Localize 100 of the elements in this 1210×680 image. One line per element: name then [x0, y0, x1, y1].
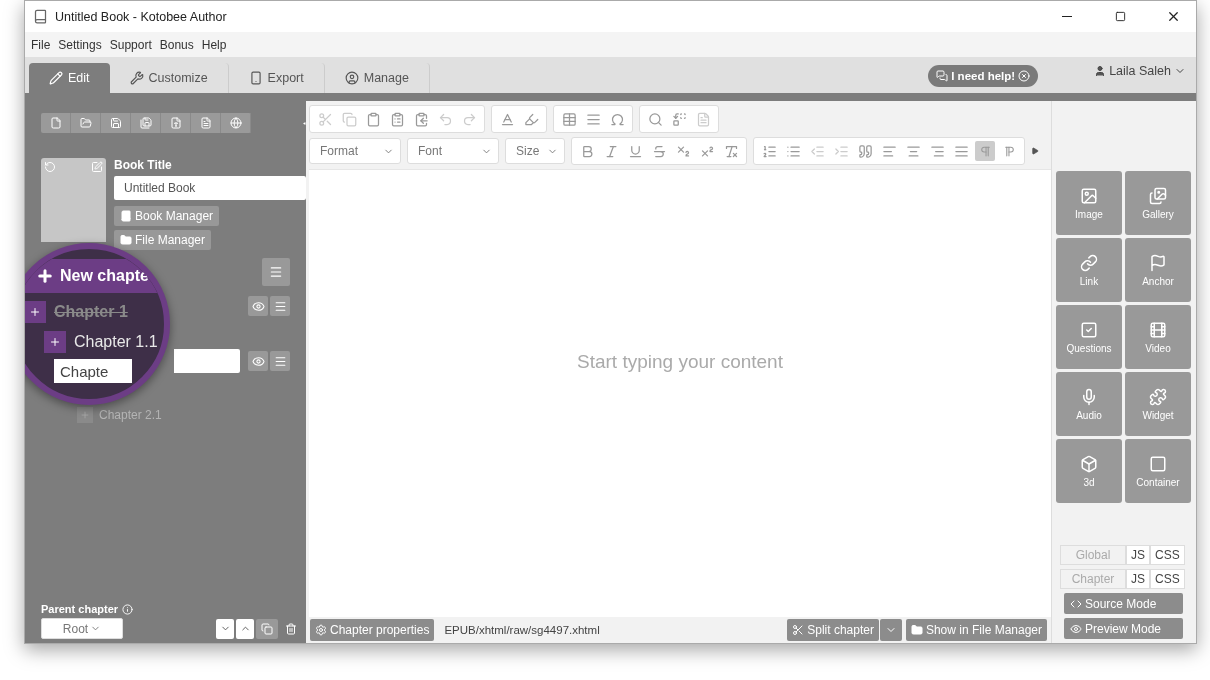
paste-text-icon[interactable] [389, 111, 405, 127]
quote-icon[interactable] [857, 143, 873, 159]
highlighter-icon[interactable] [523, 111, 539, 127]
format-dropdown[interactable]: Size [505, 138, 565, 164]
menu-item[interactable]: Support [109, 37, 152, 52]
chapter-item[interactable]: Chapter 1 [54, 303, 128, 321]
duplicate-button[interactable] [256, 618, 278, 639]
numbered-list-icon[interactable] [761, 143, 777, 159]
undo-icon[interactable] [437, 111, 453, 127]
plus-icon [29, 306, 41, 318]
widget-button[interactable]: Widget [1125, 372, 1191, 436]
edit-icon[interactable] [91, 161, 103, 173]
image-icon [1080, 186, 1098, 205]
widget-button[interactable]: 3d [1056, 439, 1122, 503]
horizontal-lines-icon[interactable] [585, 111, 601, 127]
outdent-icon[interactable] [809, 143, 825, 159]
expand-button[interactable] [77, 407, 93, 423]
expand-button[interactable] [25, 301, 46, 323]
indent-icon[interactable] [833, 143, 849, 159]
copy-icon [261, 622, 273, 635]
help-button[interactable]: I need help! [928, 65, 1039, 87]
menu-item[interactable]: File [31, 37, 51, 52]
more-icon[interactable] [1031, 147, 1039, 155]
align-left-icon[interactable] [881, 143, 897, 159]
copy-icon[interactable] [341, 111, 357, 127]
menu-button[interactable] [270, 351, 290, 371]
widget-button[interactable]: Anchor [1125, 238, 1191, 302]
css-button[interactable]: CSS [1150, 545, 1185, 565]
strikethrough-icon[interactable] [651, 143, 667, 159]
js-button[interactable]: JS [1126, 545, 1150, 565]
align-right-icon[interactable] [929, 143, 945, 159]
expand-button[interactable] [44, 331, 66, 353]
align-center-icon[interactable] [905, 143, 921, 159]
justify-icon[interactable] [953, 143, 969, 159]
js-button[interactable]: JS [1126, 569, 1150, 589]
chapter-item[interactable]: Chapter 1.1 [74, 333, 158, 351]
tab[interactable]: Edit [29, 63, 110, 93]
move-down-button[interactable] [216, 618, 234, 639]
split-chapter-button[interactable]: Split chapter [787, 619, 879, 641]
remove-format-icon[interactable] [723, 143, 739, 159]
plus-icon [36, 267, 54, 285]
plus-icon [49, 336, 61, 348]
text-direction-button[interactable] [975, 141, 995, 161]
widget-button[interactable]: Container [1125, 439, 1191, 503]
folder-icon[interactable] [79, 117, 92, 129]
reset-icon[interactable] [44, 161, 56, 173]
user-menu[interactable]: Laila Saleh [1094, 64, 1186, 78]
eye-button[interactable] [248, 296, 268, 316]
menu-item[interactable]: Help [201, 37, 227, 52]
underline-icon[interactable] [627, 143, 643, 159]
save-all-icon[interactable] [139, 117, 152, 129]
bullet-list-icon[interactable] [785, 143, 801, 159]
cut-icon[interactable] [317, 111, 333, 127]
menu-button[interactable] [262, 258, 290, 286]
paste-icon[interactable] [365, 111, 381, 127]
book-title-field[interactable]: Untitled Book [114, 176, 306, 200]
new-file-icon[interactable] [49, 117, 62, 129]
chapter-name-field[interactable]: Chapte [54, 359, 132, 383]
chapter-name-field[interactable] [174, 349, 240, 373]
redo-icon[interactable] [461, 111, 477, 127]
source-mode-button[interactable]: Source Mode [1064, 593, 1183, 614]
move-up-button[interactable] [236, 618, 254, 639]
book-manager-button[interactable]: Book Manager [114, 206, 220, 226]
globe-icon[interactable] [229, 117, 242, 129]
widget-button[interactable]: Image [1056, 171, 1122, 235]
parent-chapter-dropdown[interactable]: Root [41, 618, 123, 639]
gallery-icon [1149, 186, 1167, 205]
show-in-file-manager-button[interactable]: Show in File Manager [905, 619, 1047, 641]
preview-mode-button[interactable]: Preview Mode [1064, 618, 1183, 639]
subscript-icon[interactable] [675, 143, 691, 159]
replace-icon[interactable] [671, 111, 687, 127]
editor-canvas[interactable]: Start typing your content [309, 169, 1051, 617]
superscript-icon[interactable] [699, 143, 715, 159]
editor-placeholder: Start typing your content [577, 350, 783, 373]
omega-icon[interactable] [609, 111, 625, 127]
chapter-properties-button[interactable]: Chapter properties [310, 619, 435, 641]
menu-button[interactable] [270, 296, 290, 316]
document-icon[interactable] [199, 117, 212, 129]
italic-icon[interactable] [603, 143, 619, 159]
widget-button[interactable]: Video [1125, 305, 1191, 369]
menu-item[interactable]: Settings [58, 37, 102, 52]
search-icon[interactable] [647, 111, 663, 127]
file-manager-button[interactable]: File Manager [114, 230, 212, 250]
widget-button[interactable]: Audio [1056, 372, 1122, 436]
paste-word-icon[interactable] [413, 111, 429, 127]
widget-button[interactable]: Link [1056, 238, 1122, 302]
format-dropdown[interactable]: Font [407, 138, 499, 164]
format-dropdown[interactable]: Format [309, 138, 401, 164]
pdf-file-icon[interactable] [169, 117, 182, 129]
plus-icon [80, 410, 90, 420]
widget-button[interactable]: Questions [1056, 305, 1122, 369]
eye-button[interactable] [248, 351, 268, 371]
widget-button[interactable]: Gallery [1125, 171, 1191, 235]
document-icon[interactable] [695, 111, 711, 127]
css-button[interactable]: CSS [1150, 569, 1185, 589]
split-options-button[interactable] [879, 619, 902, 641]
save-icon[interactable] [109, 117, 122, 129]
table-icon[interactable] [561, 111, 577, 127]
text-color-icon[interactable] [499, 111, 515, 127]
menu-item[interactable]: Bonus [159, 37, 194, 52]
